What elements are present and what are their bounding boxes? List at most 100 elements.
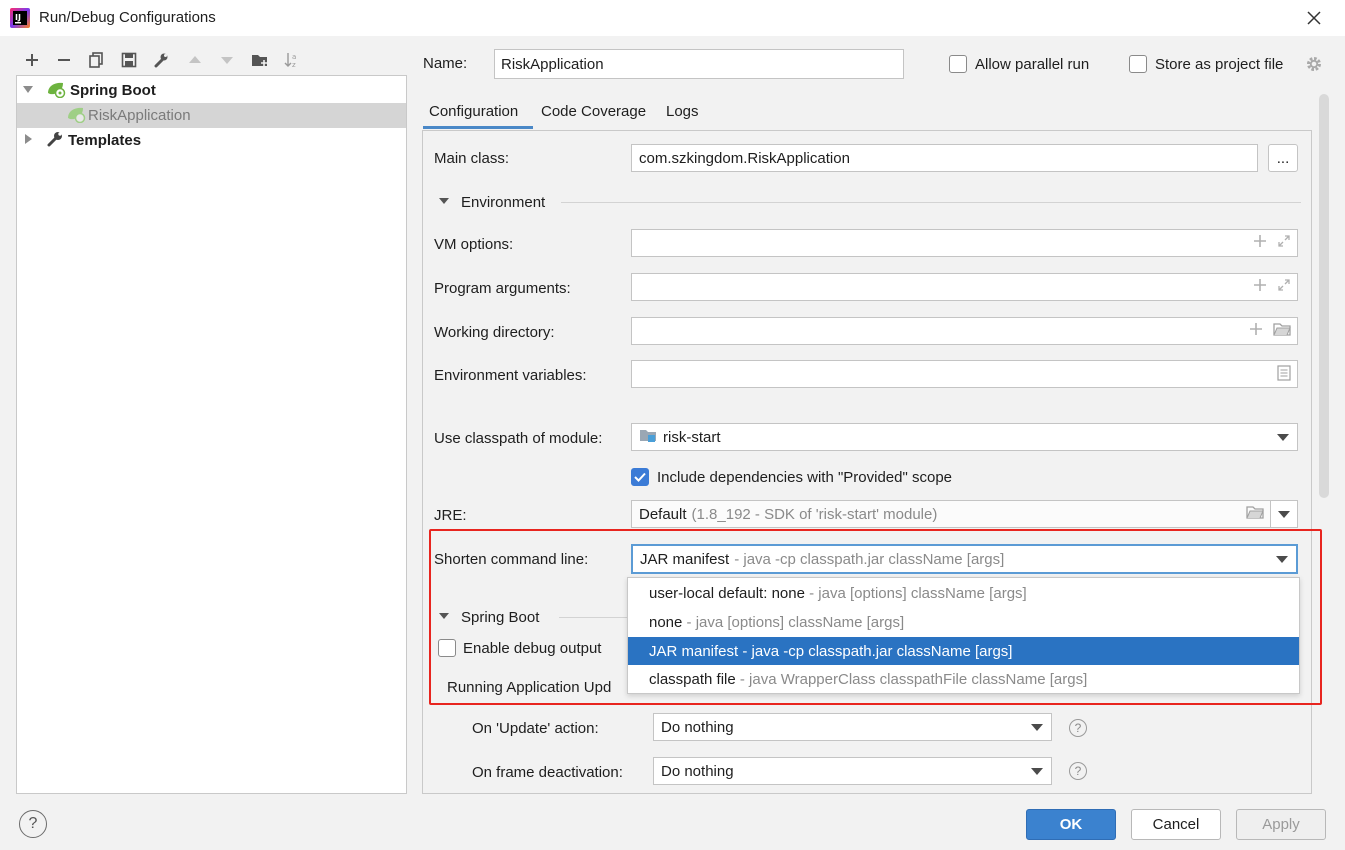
remove-icon[interactable]: [52, 48, 76, 72]
enable-debug-output-checkbox[interactable]: [438, 639, 456, 657]
new-folder-icon[interactable]: [248, 48, 272, 72]
svg-text:z: z: [292, 61, 296, 69]
store-as-project-file-label: Store as project file: [1155, 56, 1284, 73]
running-application-update-title: Running Application Upd: [447, 679, 612, 696]
tree-item-spring-boot[interactable]: Spring Boot: [17, 78, 406, 103]
configuration-panel: Main class: com.szkingdom.RiskApplicatio…: [422, 130, 1312, 794]
on-update-action-value: Do nothing: [661, 718, 734, 736]
plus-icon[interactable]: [1253, 234, 1267, 252]
classpath-module-value: risk-start: [663, 428, 721, 446]
svg-text:IJ: IJ: [15, 13, 21, 22]
environment-collapse-icon[interactable]: [439, 198, 449, 204]
shorten-command-line-hint: - java -cp classpath.jar className [args…: [734, 550, 1005, 568]
spring-boot-collapse-icon[interactable]: [439, 613, 449, 619]
spring-boot-run-icon: [66, 105, 86, 127]
browse-main-class-button[interactable]: ...: [1268, 144, 1298, 172]
shorten-command-line-value: JAR manifest: [640, 550, 730, 568]
apply-button[interactable]: Apply: [1236, 809, 1326, 840]
tree-item-risk-application[interactable]: RiskApplication: [17, 103, 406, 128]
copy-icon[interactable]: [84, 48, 108, 72]
tree-item-label: Templates: [68, 132, 142, 149]
store-as-project-file-checkbox[interactable]: [1129, 55, 1147, 73]
document-icon[interactable]: [1277, 365, 1291, 385]
option-none[interactable]: none - java [options] className [args]: [628, 608, 1299, 636]
wrench-icon[interactable]: [149, 48, 173, 72]
save-icon[interactable]: [117, 48, 141, 72]
spring-boot-section-title: Spring Boot: [461, 609, 540, 626]
enable-debug-output-label: Enable debug output: [463, 640, 602, 657]
cancel-label: Cancel: [1152, 816, 1200, 833]
tree-item-templates[interactable]: Templates: [17, 128, 406, 153]
expand-icon[interactable]: [1277, 234, 1291, 252]
intellij-app-icon: IJ: [10, 8, 30, 28]
help-button[interactable]: ?: [19, 810, 47, 838]
ok-label: OK: [1059, 816, 1083, 833]
chevron-down-icon: [1277, 434, 1289, 441]
close-icon[interactable]: [1300, 4, 1328, 32]
program-arguments-field[interactable]: [631, 273, 1298, 301]
plus-icon[interactable]: [1253, 278, 1267, 296]
environment-section-title: Environment: [461, 194, 546, 211]
name-input[interactable]: [494, 49, 904, 79]
vm-options-field[interactable]: [631, 229, 1298, 257]
environment-variables-field[interactable]: [631, 360, 1298, 388]
wrench-icon: [46, 130, 64, 152]
move-up-icon[interactable]: [183, 48, 207, 72]
shorten-command-line-combobox[interactable]: JAR manifest - java -cp classpath.jar cl…: [631, 544, 1298, 574]
main-class-field[interactable]: com.szkingdom.RiskApplication: [631, 144, 1258, 172]
cancel-button[interactable]: Cancel: [1131, 809, 1221, 840]
active-tab-indicator: [423, 126, 533, 129]
module-folder-icon: [639, 427, 657, 447]
tab-configuration[interactable]: Configuration: [429, 103, 518, 120]
on-update-action-combobox[interactable]: Do nothing: [653, 713, 1052, 741]
svg-text:a: a: [292, 53, 296, 61]
main-class-label: Main class:: [434, 150, 510, 167]
option-classpath-file[interactable]: classpath file - java WrapperClass class…: [628, 665, 1299, 693]
option-name: classpath file: [649, 670, 736, 688]
expand-icon[interactable]: [1277, 278, 1291, 296]
tree-item-label: RiskApplication: [88, 107, 191, 124]
expand-caret-icon[interactable]: [22, 82, 36, 99]
jre-combobox[interactable]: Default (1.8_192 - SDK of 'risk-start' m…: [631, 500, 1271, 528]
option-user-local-default[interactable]: user-local default: none - java [options…: [628, 579, 1299, 607]
tab-logs[interactable]: Logs: [666, 103, 699, 120]
collapse-caret-icon[interactable]: [22, 132, 36, 149]
option-jar-manifest[interactable]: JAR manifest - java -cp classpath.jar cl…: [628, 637, 1299, 665]
jre-hint: (1.8_192 - SDK of 'risk-start' module): [691, 505, 938, 523]
chevron-down-icon: [1031, 768, 1043, 775]
jre-dropdown-button[interactable]: [1270, 500, 1298, 528]
environment-variables-label: Environment variables:: [434, 367, 587, 384]
jre-label: JRE:: [434, 507, 467, 524]
help-icon[interactable]: ?: [1069, 762, 1087, 780]
help-icon[interactable]: ?: [1069, 719, 1087, 737]
chevron-down-icon: [1276, 556, 1288, 563]
ok-button[interactable]: OK: [1026, 809, 1116, 840]
folder-icon[interactable]: [1273, 322, 1291, 340]
sort-icon[interactable]: az: [280, 48, 304, 72]
chevron-down-icon: [1278, 511, 1290, 518]
plus-icon[interactable]: [1249, 322, 1263, 340]
include-provided-scope-label: Include dependencies with "Provided" sco…: [657, 469, 953, 486]
on-frame-deactivation-combobox[interactable]: Do nothing: [653, 757, 1052, 785]
classpath-module-combobox[interactable]: risk-start: [631, 423, 1298, 451]
jre-value: Default: [639, 505, 687, 523]
spring-boot-icon: [46, 80, 66, 102]
option-name: user-local default: none: [649, 584, 805, 602]
classpath-module-label: Use classpath of module:: [434, 430, 603, 447]
option-hint: - java WrapperClass classpathFile classN…: [739, 670, 1088, 688]
tree-item-label: Spring Boot: [70, 82, 156, 99]
folder-open-icon[interactable]: [1246, 505, 1264, 523]
apply-label: Apply: [1262, 816, 1300, 833]
scrollbar-thumb[interactable]: [1319, 94, 1329, 498]
working-directory-field[interactable]: [631, 317, 1298, 345]
gear-icon[interactable]: [1305, 55, 1323, 77]
add-icon[interactable]: [20, 48, 44, 72]
configuration-tree: Spring Boot RiskApplication Templates: [16, 75, 407, 794]
allow-parallel-run-checkbox[interactable]: [949, 55, 967, 73]
program-arguments-label: Program arguments:: [434, 280, 571, 297]
include-provided-scope-checkbox[interactable]: [631, 468, 649, 486]
tab-code-coverage[interactable]: Code Coverage: [541, 103, 646, 120]
move-down-icon[interactable]: [215, 48, 239, 72]
section-divider: [559, 617, 629, 618]
on-frame-deactivation-label: On frame deactivation:: [472, 764, 623, 781]
